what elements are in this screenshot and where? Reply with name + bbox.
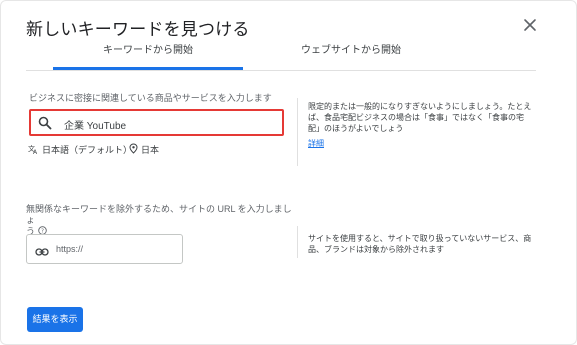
- website-url-input[interactable]: https://: [26, 234, 183, 264]
- section-divider: [297, 98, 298, 166]
- location-selector[interactable]: 日本: [129, 143, 159, 156]
- location-pin-icon: [129, 143, 138, 156]
- url-hint: サイトを使用すると、サイトで取り扱っていないサービス、商品、ブランドは対象から除…: [308, 234, 532, 254]
- dialog-title: 新しいキーワードを見つける: [26, 20, 250, 39]
- close-icon[interactable]: [520, 15, 540, 35]
- tab-label: キーワードから開始: [103, 45, 193, 56]
- url-label: 無関係なキーワードを除外するため、サイトの URL を入力しましょ う ?: [26, 204, 296, 238]
- keywords-value: 企業 YouTube: [64, 121, 127, 132]
- keyword-planner-dialog: 新しいキーワードを見つける キーワードから開始 ウェブサイトから開始 ビジネスに…: [0, 0, 577, 345]
- search-icon: [38, 116, 52, 130]
- active-tab-indicator: [53, 67, 243, 70]
- tab-bar: キーワードから開始 ウェブサイトから開始: [26, 44, 536, 71]
- translate-icon: 文 A: [28, 144, 39, 156]
- keywords-input[interactable]: 企業 YouTube: [29, 109, 284, 136]
- language-selector[interactable]: 文 A 日本語（デフォルト）: [28, 143, 132, 156]
- learn-more-link[interactable]: 詳細: [308, 138, 324, 149]
- show-results-button[interactable]: 結果を表示: [27, 307, 83, 332]
- language-label: 日本語（デフォルト）: [42, 145, 133, 155]
- tab-label: ウェブサイトから開始: [301, 45, 401, 56]
- location-label: 日本: [141, 145, 160, 155]
- tab-start-with-website[interactable]: ウェブサイトから開始: [256, 44, 446, 70]
- url-label-line1: 無関係なキーワードを除外するため、サイトの URL を入力しましょ: [26, 204, 292, 225]
- keywords-hint: 限定的または一般的になりすぎないようにしましょう。たとえば、食品宅配ビジネスの場…: [308, 102, 532, 133]
- svg-text:A: A: [33, 149, 38, 154]
- section-divider: [297, 226, 298, 258]
- url-placeholder: https://: [56, 244, 84, 254]
- keywords-label: ビジネスに密接に関連している商品やサービスを入力します: [29, 93, 272, 103]
- link-icon: [35, 244, 49, 256]
